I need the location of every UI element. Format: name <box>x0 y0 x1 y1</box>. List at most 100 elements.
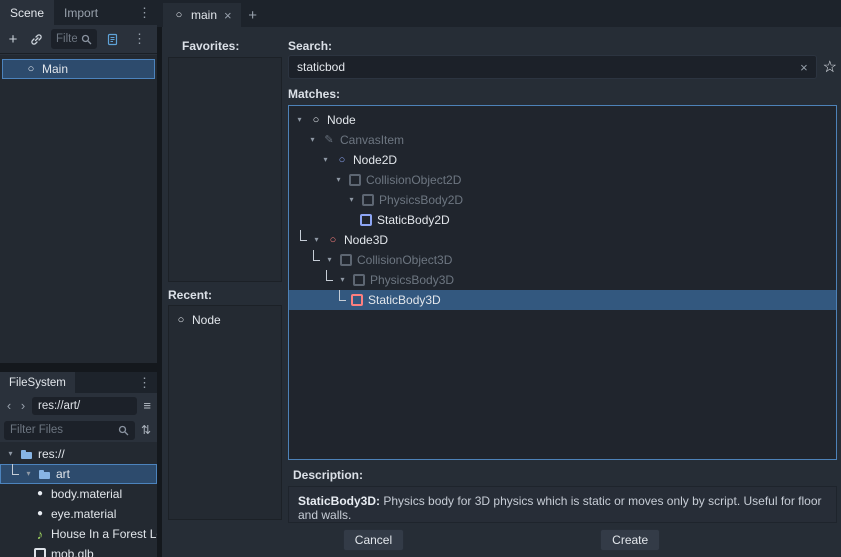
graybox-icon <box>348 173 362 187</box>
expand-arrow-icon[interactable] <box>307 136 318 144</box>
sort-files-icon[interactable] <box>139 423 153 437</box>
filesystem-menu-icon[interactable] <box>132 372 157 393</box>
close-tab-icon[interactable] <box>224 8 232 23</box>
tree-item-label: Node <box>192 313 221 327</box>
add-node-button[interactable] <box>5 31 21 47</box>
folder-icon <box>38 467 52 481</box>
tree-item-label: CollisionObject2D <box>366 173 461 187</box>
scene-dock-menu-icon[interactable] <box>132 0 157 25</box>
expand-arrow-icon[interactable] <box>346 196 357 204</box>
expand-arrow-icon[interactable] <box>294 116 305 124</box>
staticbody2d-icon <box>359 213 373 227</box>
matches-item-node2d[interactable]: Node2D <box>289 150 836 170</box>
matches-item-canvasitem[interactable]: CanvasItem <box>289 130 836 150</box>
filesystem-nav: res://art/ <box>0 393 157 418</box>
matches-item-physicsbody2d[interactable]: PhysicsBody2D <box>289 190 836 210</box>
tree-guide-line <box>10 464 19 484</box>
tab-import[interactable]: Import <box>54 0 108 25</box>
current-path[interactable]: res://art/ <box>32 397 137 415</box>
note-icon <box>33 527 47 541</box>
tree-item-label: res:// <box>38 447 65 461</box>
instance-scene-button[interactable] <box>28 31 44 47</box>
scene-toolbar: Filter <box>0 25 157 54</box>
expand-arrow-icon[interactable] <box>320 156 331 164</box>
node2d-icon <box>335 153 349 167</box>
scene-tab-main[interactable]: main <box>163 3 241 27</box>
filesystem-filter-row: Filter Files <box>0 418 157 442</box>
tree-item-label: eye.material <box>51 507 116 521</box>
matches-item-node3d[interactable]: Node3D <box>289 230 836 250</box>
create-button[interactable]: Create <box>600 529 660 551</box>
description-panel: StaticBody3D: Physics body for 3D physic… <box>288 486 837 523</box>
expand-arrow-icon[interactable] <box>324 256 335 264</box>
tree-guide-line <box>298 230 307 250</box>
recent-list[interactable]: Node <box>168 305 282 520</box>
scene-tab-bar: main <box>157 0 841 27</box>
description-class-name: StaticBody3D: <box>298 494 380 508</box>
recent-item-node[interactable]: Node <box>169 310 281 330</box>
new-scene-tab-button[interactable] <box>241 3 265 27</box>
tree-item-label: StaticBody2D <box>377 213 450 227</box>
filesystem-item-res[interactable]: res:// <box>0 444 157 464</box>
scene-filter-placeholder: Filter <box>56 33 77 45</box>
tree-item-label: PhysicsBody3D <box>370 273 454 287</box>
history-forward-button[interactable] <box>18 398 28 413</box>
matches-tree[interactable]: NodeCanvasItemNode2D CollisionObject2D Phy… <box>288 105 837 460</box>
tab-scene[interactable]: Scene <box>0 0 54 25</box>
filesystem-item-mob-glb[interactable]: mob.glb <box>0 544 157 557</box>
favorites-list[interactable] <box>168 57 282 282</box>
search-row: staticbod <box>288 55 837 79</box>
filesystem-item-house-in-a-forest-lo[interactable]: House In a Forest Lo <box>0 524 157 544</box>
history-back-button[interactable] <box>4 398 14 413</box>
graybox-icon <box>339 253 353 267</box>
folder-icon <box>20 447 34 461</box>
scene-tree: Main <box>0 55 157 363</box>
dialog-buttons: Cancel Create <box>162 529 841 551</box>
filesystem-item-eye-material[interactable]: eye.material <box>0 504 157 524</box>
attach-script-button[interactable] <box>104 31 120 47</box>
matches-item-staticbody3d[interactable]: StaticBody3D <box>289 290 836 310</box>
tree-guide-line <box>324 270 333 290</box>
graybox-icon <box>361 193 375 207</box>
search-label: Search: <box>288 39 332 53</box>
tree-item-label: PhysicsBody2D <box>379 193 463 207</box>
scene-toolbar-menu-icon[interactable] <box>127 31 152 47</box>
clear-search-icon[interactable] <box>800 60 808 75</box>
tree-item-label: StaticBody3D <box>368 293 441 307</box>
expand-arrow-icon[interactable] <box>337 276 348 284</box>
search-icon <box>81 34 92 45</box>
search-value: staticbod <box>297 60 800 74</box>
filesystem-item-art[interactable]: art <box>0 464 157 484</box>
matches-item-staticbody2d[interactable]: StaticBody2D <box>289 210 836 230</box>
cancel-button[interactable]: Cancel <box>343 529 404 551</box>
tree-item-label: art <box>56 467 70 481</box>
tree-guide-line <box>311 250 320 270</box>
matches-item-node[interactable]: Node <box>289 110 836 130</box>
tree-item-label: House In a Forest Lo <box>51 527 157 541</box>
graybox-icon <box>352 273 366 287</box>
matches-item-collisionobject2d[interactable]: CollisionObject2D <box>289 170 836 190</box>
tab-filesystem[interactable]: FileSystem <box>0 372 75 393</box>
matches-item-physicsbody3d[interactable]: PhysicsBody3D <box>289 270 836 290</box>
toggle-split-mode-icon[interactable] <box>141 398 153 413</box>
scene-dock-tabs: Scene Import <box>0 0 157 25</box>
material-icon <box>33 487 47 501</box>
matches-item-collisionobject3d[interactable]: CollisionObject3D <box>289 250 836 270</box>
staticbody3d-icon <box>350 293 364 307</box>
node-icon <box>24 62 38 76</box>
tree-item-label: Node3D <box>344 233 388 247</box>
scene-filter-input[interactable]: Filter <box>51 29 97 49</box>
link-icon <box>30 33 43 46</box>
recent-label: Recent: <box>168 288 212 302</box>
expand-arrow-icon[interactable] <box>5 450 16 458</box>
search-input[interactable]: staticbod <box>288 55 817 79</box>
favorite-toggle-icon[interactable] <box>823 57 837 77</box>
filter-files-input[interactable]: Filter Files <box>4 421 135 440</box>
expand-arrow-icon[interactable] <box>333 176 344 184</box>
search-icon <box>118 425 129 436</box>
expand-arrow-icon[interactable] <box>23 470 34 478</box>
scene-tree-item-main[interactable]: Main <box>2 59 155 79</box>
expand-arrow-icon[interactable] <box>311 236 322 244</box>
filesystem-item-body-material[interactable]: body.material <box>0 484 157 504</box>
scene-icon <box>172 8 186 22</box>
